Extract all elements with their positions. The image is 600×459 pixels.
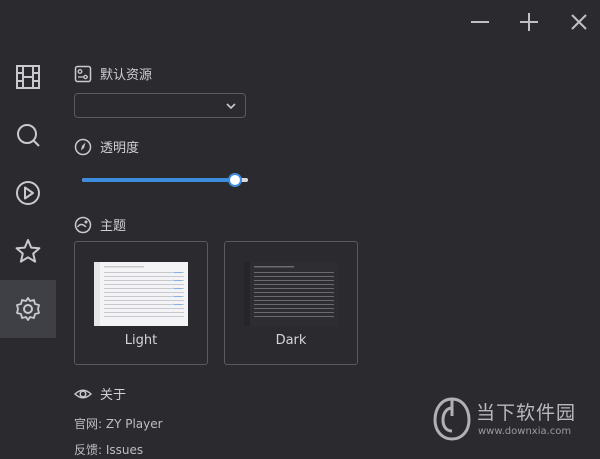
search-icon <box>17 124 40 147</box>
close-button[interactable] <box>565 8 593 36</box>
eye-icon <box>74 389 92 398</box>
nav-film[interactable] <box>0 48 56 106</box>
source-icon <box>74 65 92 82</box>
maximize-button[interactable] <box>515 8 543 36</box>
nav-settings[interactable] <box>0 280 56 338</box>
nav-play[interactable] <box>0 164 56 222</box>
watermark-url: www.downxia.com <box>478 426 572 437</box>
theme-label: 主题 <box>100 219 127 234</box>
opacity-section-header: 透明度 <box>74 137 139 156</box>
watermark-name: 当下软件园 <box>476 402 577 424</box>
watermark-logo <box>433 397 471 441</box>
sidebar <box>0 48 56 348</box>
source-label: 默认资源 <box>100 68 153 83</box>
maximize-icon <box>520 13 538 31</box>
watermark: 当下软件园 www.downxia.com <box>432 396 592 446</box>
opacity-slider[interactable] <box>82 170 248 190</box>
feedback-link[interactable]: 反馈: Issues <box>74 441 143 458</box>
opacity-label: 透明度 <box>100 141 140 156</box>
minimize-button[interactable] <box>466 8 494 36</box>
gear-icon <box>16 297 40 321</box>
close-icon <box>571 14 587 30</box>
about-section-header: 关于 <box>74 384 126 403</box>
website-link[interactable]: 官网: ZY Player <box>74 415 163 432</box>
theme-dark-label: Dark <box>275 333 307 348</box>
dark-theme-preview <box>244 262 338 326</box>
film-grid-icon <box>16 65 40 89</box>
theme-section-header: 主题 <box>74 215 126 234</box>
about-label: 关于 <box>100 388 127 403</box>
theme-dark-option[interactable]: Dark <box>224 241 358 365</box>
theme-light-option[interactable]: Light <box>74 241 208 365</box>
compass-icon <box>74 138 92 155</box>
chevron-down-icon <box>226 103 236 110</box>
nav-search[interactable] <box>0 106 56 164</box>
minimize-icon <box>471 21 489 23</box>
slider-fill <box>82 178 235 182</box>
slider-thumb[interactable] <box>227 173 242 187</box>
nav-star[interactable] <box>0 222 56 280</box>
star-icon <box>15 239 41 263</box>
palette-icon <box>74 216 92 233</box>
light-theme-preview <box>94 262 188 326</box>
source-select[interactable] <box>74 93 246 118</box>
play-circle-icon <box>16 181 40 205</box>
theme-light-label: Light <box>124 333 158 348</box>
settings-window: 默认资源 透明度 主题 Light Dark 关于 官网: ZY Player … <box>0 0 600 459</box>
source-section-header: 默认资源 <box>74 64 152 83</box>
